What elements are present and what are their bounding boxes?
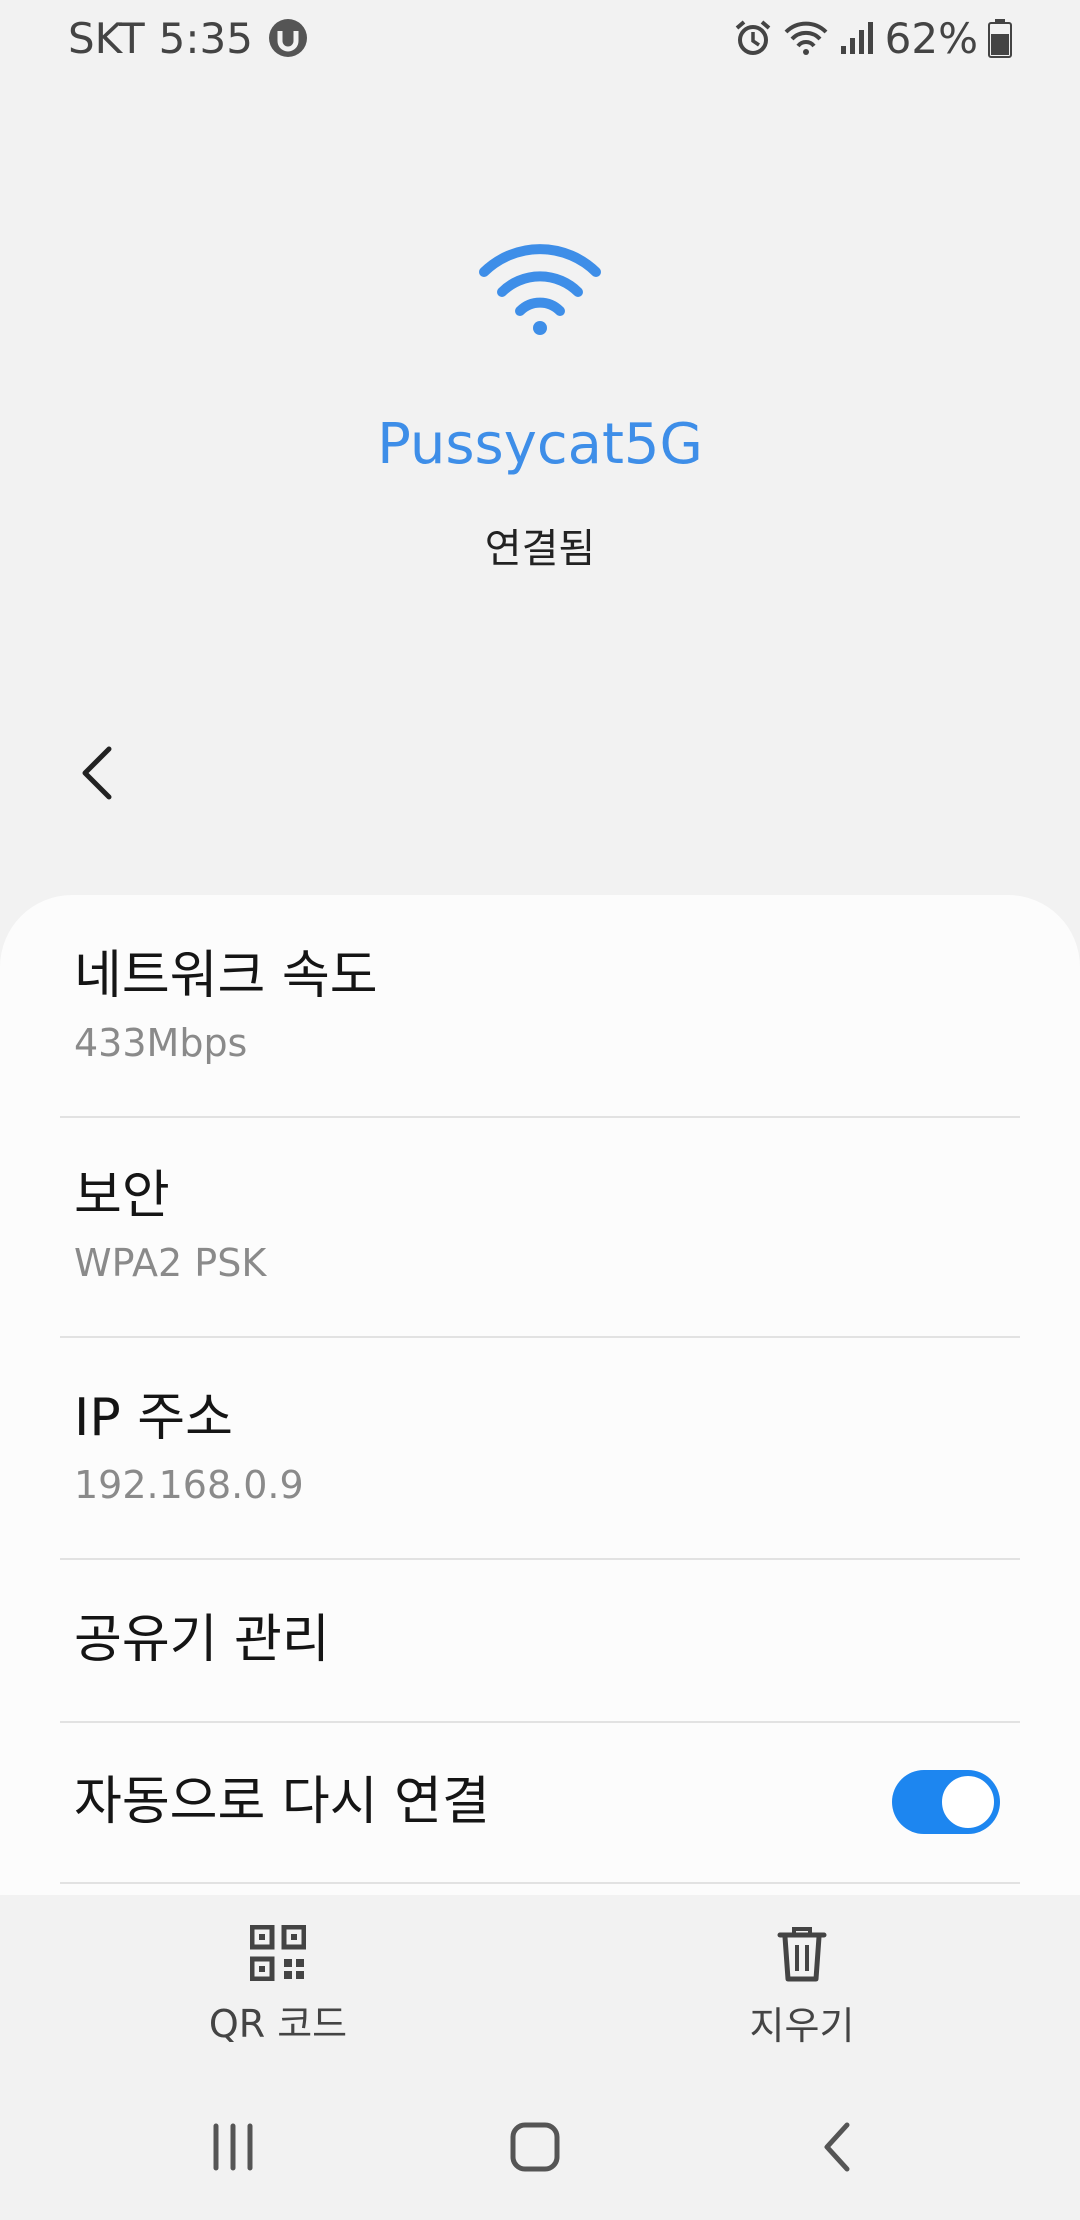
security-title: 보안 — [74, 1166, 170, 1226]
auto-reconnect-toggle[interactable] — [892, 1770, 1000, 1834]
router-manage-title: 공유기 관리 — [74, 1609, 330, 1670]
auto-reconnect-title: 자동으로 다시 연결 — [74, 1771, 490, 1832]
details-card: 네트워크 속도 433Mbps 보안 WPA2 PSK IP 주소 192.16… — [0, 895, 1080, 1895]
carrier-label: SKT — [68, 13, 145, 63]
security-value: WPA2 PSK — [74, 1241, 267, 1286]
divider — [60, 1882, 1020, 1884]
bottom-action-bar: QR 코드 지우기 — [0, 1895, 1080, 2075]
navigation-bar — [0, 2075, 1080, 2220]
app-notification-icon — [267, 17, 309, 59]
ip-address-row: IP 주소 192.168.0.9 — [60, 1387, 1020, 1507]
security-row: 보안 WPA2 PSK — [60, 1165, 1020, 1285]
wifi-status-icon — [783, 18, 829, 58]
recent-apps-button[interactable] — [188, 2107, 278, 2187]
status-left: SKT 5:35 — [68, 14, 309, 63]
home-icon — [510, 2122, 560, 2172]
recent-apps-icon — [213, 2123, 253, 2171]
battery-percent: 62% — [884, 13, 978, 63]
chevron-left-icon — [82, 746, 112, 800]
alarm-icon — [733, 18, 773, 58]
qr-code-icon — [250, 1925, 306, 1981]
battery-icon — [988, 18, 1012, 58]
auto-reconnect-row[interactable]: 자동으로 다시 연결 — [60, 1722, 1020, 1882]
divider — [60, 1336, 1020, 1338]
forget-label: 지우기 — [749, 2004, 855, 2048]
ip-address-value: 192.168.0.9 — [74, 1463, 304, 1508]
clock-label: 5:35 — [158, 13, 253, 63]
nav-back-button[interactable] — [792, 2107, 882, 2187]
network-name: Pussycat5G — [377, 412, 703, 477]
network-speed-row: 네트워크 속도 433Mbps — [60, 945, 1020, 1065]
back-arrow-icon — [824, 2122, 850, 2172]
connection-status: 연결됨 — [484, 526, 596, 572]
home-button[interactable] — [490, 2107, 580, 2187]
status-right: 62% — [733, 14, 1012, 63]
toggle-knob — [940, 1774, 996, 1830]
divider — [60, 1116, 1020, 1118]
ip-address-title: IP 주소 — [74, 1388, 233, 1448]
status-bar: SKT 5:35 62% — [0, 0, 1080, 76]
wifi-signal-icon — [478, 240, 602, 336]
router-manage-row[interactable]: 공유기 관리 — [60, 1559, 1020, 1721]
qr-code-button[interactable]: QR 코드 — [128, 1925, 428, 2048]
wifi-details-screen: SKT 5:35 62% Pussycat5G 연결됨 네트워크 속도 433M… — [0, 0, 1080, 2220]
trash-icon — [777, 1927, 827, 1982]
qr-code-label: QR 코드 — [208, 2002, 348, 2046]
signal-strength-icon — [839, 20, 875, 56]
back-button[interactable] — [62, 738, 132, 808]
network-speed-value: 433Mbps — [74, 1021, 248, 1066]
network-speed-title: 네트워크 속도 — [74, 946, 378, 1006]
forget-button[interactable]: 지우기 — [652, 1925, 952, 2050]
